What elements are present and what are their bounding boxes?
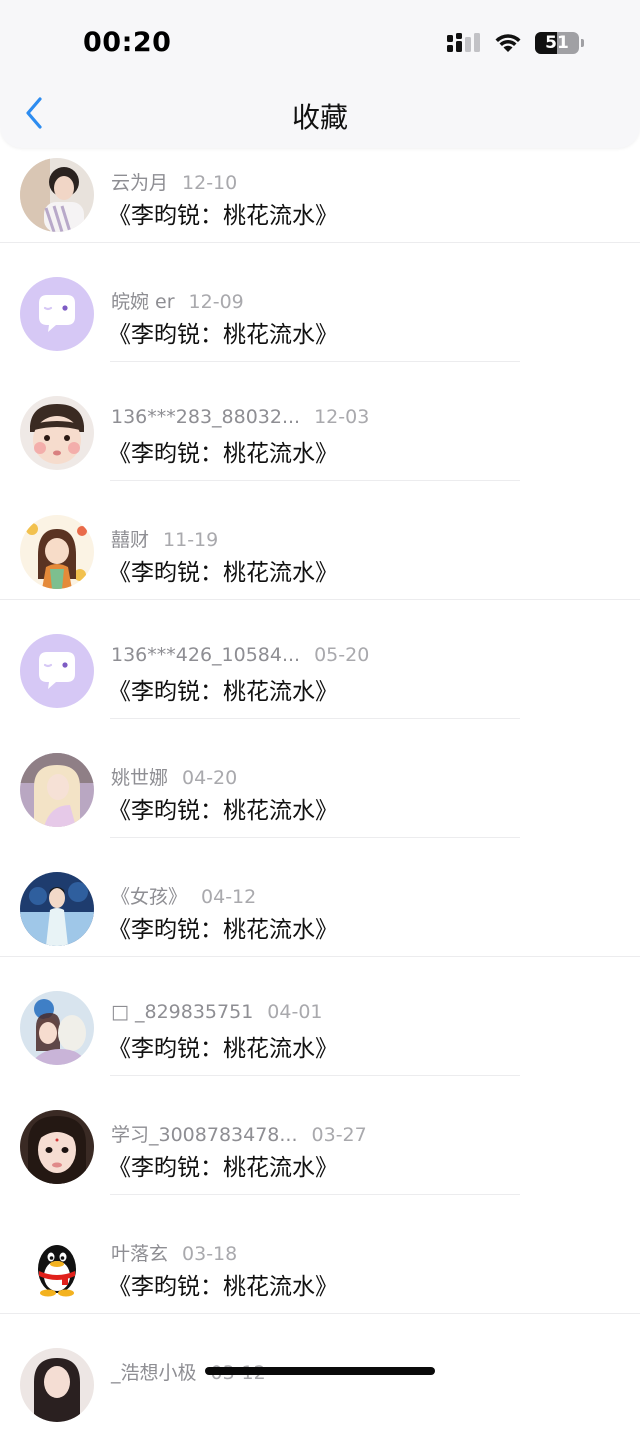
item-title: 《李昀锐：桃花流水》: [108, 798, 338, 824]
user-name: 学习_3008783478...: [111, 1124, 298, 1146]
home-indicator[interactable]: [205, 1367, 435, 1375]
user-name: 136***426_10584...: [111, 644, 301, 666]
list-item[interactable]: 《女孩》 04-12 《李昀锐：桃花流水》: [0, 838, 640, 957]
user-name: 囍财: [111, 529, 150, 551]
item-meta: 皖婉 er 12-09: [111, 287, 244, 314]
battery-percent: 51: [545, 33, 569, 53]
item-meta: □ _829835751 04-01: [111, 1001, 323, 1023]
list-item[interactable]: 136***426_10584... 05-20 《李昀锐：桃花流水》: [0, 600, 640, 719]
top-header: 00:20 51 收藏: [0, 0, 640, 148]
list-item[interactable]: 136***283_88032... 12-03 《李昀锐：桃花流水》: [0, 362, 640, 481]
favorite-date: 04-12: [201, 886, 257, 908]
item-title: 《李昀锐：桃花流水》: [108, 322, 338, 348]
chat-bubble-avatar: [20, 277, 94, 351]
item-title: 《李昀锐：桃花流水》: [108, 679, 338, 705]
user-name: 《女孩》: [111, 886, 188, 908]
item-meta: 囍财 11-19: [111, 525, 218, 552]
list-item[interactable]: 皖婉 er 12-09 《李昀锐：桃花流水》: [0, 243, 640, 362]
favorite-date: 12-09: [188, 291, 244, 313]
list-item[interactable]: 囍财 11-19 《李昀锐：桃花流水》: [0, 481, 640, 600]
user-name: _浩想小极: [111, 1362, 197, 1384]
user-name: 皖婉 er: [111, 291, 175, 313]
favorite-date: 11-19: [163, 529, 219, 551]
illustration-avatar: [20, 515, 94, 589]
list-item[interactable]: 姚世娜 04-20 《李昀锐：桃花流水》: [0, 719, 640, 838]
photo-avatar: [20, 872, 94, 946]
list-item[interactable]: □ _829835751 04-01 《李昀锐：桃花流水》: [0, 957, 640, 1076]
item-title: 《李昀锐：桃花流水》: [108, 1036, 338, 1062]
cellular-signal-icon: [447, 33, 480, 52]
item-title: 《李昀锐：桃花流水》: [108, 917, 338, 943]
list-item[interactable]: 学习_3008783478... 03-27 《李昀锐：桃花流水》: [0, 1076, 640, 1195]
status-time: 00:20: [83, 27, 172, 58]
page-title: 收藏: [291, 101, 348, 134]
photo-avatar: [20, 1110, 94, 1184]
item-meta: 云为月 12-10: [111, 168, 237, 195]
user-name: 叶落玄: [111, 1243, 169, 1265]
list-item[interactable]: 叶落玄 03-18 《李昀锐：桃花流水》: [0, 1195, 640, 1314]
user-name: 姚世娜: [111, 767, 169, 789]
user-name: 云为月: [111, 172, 169, 194]
photo-avatar: [20, 158, 94, 232]
status-icons: 51: [447, 30, 584, 56]
item-title: 《李昀锐：桃花流水》: [108, 441, 338, 467]
item-meta: 姚世娜 04-20: [111, 763, 237, 790]
chat-bubble-avatar: [20, 634, 94, 708]
favorites-list: 云为月 12-10 《李昀锐：桃花流水》 皖婉 er 12-09 《李昀锐：桃花流水…: [0, 124, 640, 1433]
photo-avatar: [20, 1348, 94, 1422]
favorite-date: 03-27: [311, 1124, 367, 1146]
item-meta: 136***426_10584... 05-20: [111, 644, 369, 666]
user-name: 136***283_88032...: [111, 406, 301, 428]
favorite-date: 12-03: [314, 406, 370, 428]
battery-icon: 51: [535, 32, 579, 54]
qq-penguin-avatar: [20, 1229, 94, 1303]
item-title: 《李昀锐：桃花流水》: [108, 203, 338, 229]
favorite-date: 04-20: [182, 767, 238, 789]
favorite-date: 12-10: [182, 172, 238, 194]
item-meta: 叶落玄 03-18: [111, 1239, 237, 1266]
favorite-date: 04-01: [267, 1001, 323, 1023]
item-title: 《李昀锐：桃花流水》: [108, 1155, 338, 1181]
photo-avatar: [20, 991, 94, 1065]
item-title: 《李昀锐：桃花流水》: [108, 560, 338, 586]
user-name: □ _829835751: [111, 1001, 254, 1023]
photo-avatar: [20, 753, 94, 827]
item-title: 《李昀锐：桃花流水》: [108, 1274, 338, 1300]
battery-cap: [581, 39, 584, 47]
item-meta: 学习_3008783478... 03-27: [111, 1120, 367, 1147]
photo-avatar: [20, 396, 94, 470]
favorite-date: 03-18: [182, 1243, 238, 1265]
wifi-icon: [495, 34, 521, 52]
item-meta: 《女孩》 04-12: [111, 882, 256, 909]
item-meta: 136***283_88032... 12-03: [111, 406, 369, 428]
favorite-date: 05-20: [314, 644, 370, 666]
